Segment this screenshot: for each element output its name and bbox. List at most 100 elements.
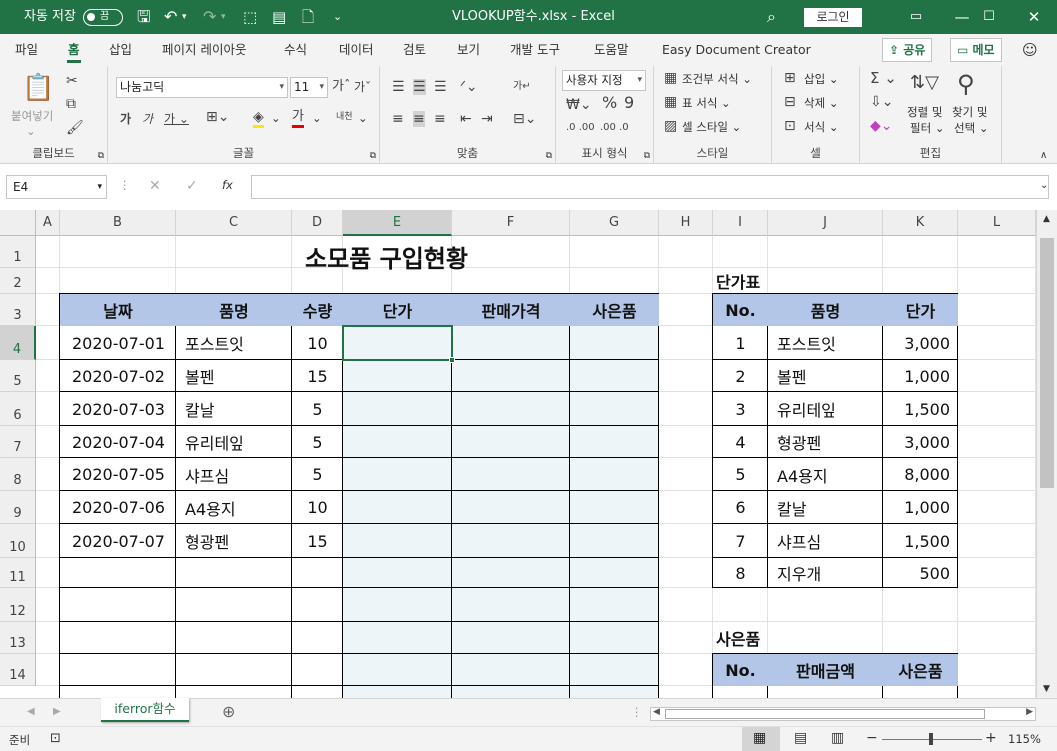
phonetic-icon[interactable]: 내천 bbox=[336, 109, 353, 125]
price-value-cell[interactable]: 1,000 bbox=[883, 491, 958, 524]
dialog-launcher-icon[interactable]: ⧉ bbox=[370, 151, 376, 161]
qty-cell[interactable]: 5 bbox=[292, 426, 343, 458]
column-header-H[interactable]: H bbox=[659, 210, 713, 236]
selected-cell-E4[interactable] bbox=[342, 325, 453, 361]
qty-cell[interactable]: 15 bbox=[292, 524, 343, 558]
table-header[interactable]: 단가 bbox=[343, 294, 452, 326]
price-value-cell[interactable]: 1,500 bbox=[883, 392, 958, 426]
search-icon[interactable]: ⌕ bbox=[767, 0, 776, 34]
vertical-scrollbar[interactable]: ▲ ▼ bbox=[1036, 210, 1057, 698]
row-header-2[interactable]: 2 bbox=[0, 268, 36, 294]
scroll-down-icon[interactable]: ▼ bbox=[1043, 684, 1050, 694]
delete-cells-button[interactable]: 삭제 ⌄ bbox=[804, 95, 838, 111]
row-header-7[interactable]: 7 bbox=[0, 426, 36, 458]
normal-view-button[interactable]: ▦ bbox=[742, 727, 780, 751]
item-cell[interactable]: 볼펜 bbox=[176, 360, 292, 392]
price-item-cell[interactable]: 칼날 bbox=[768, 491, 883, 524]
number-format-select[interactable]: 사용자 지정 ▾ bbox=[562, 70, 646, 91]
align-middle-icon[interactable]: ☰ bbox=[413, 79, 426, 95]
redo-icon[interactable]: ↷ bbox=[203, 0, 216, 34]
item-cell[interactable]: A4용지 bbox=[176, 491, 292, 524]
column-header-C[interactable]: C bbox=[176, 210, 292, 236]
cell-style-button[interactable]: 셀 스타일 ⌄ bbox=[682, 119, 741, 135]
italic-icon[interactable]: 가 bbox=[142, 111, 153, 127]
memo-button[interactable]: ▭ 메모 bbox=[950, 38, 1002, 62]
column-header-G[interactable]: G bbox=[570, 210, 659, 236]
name-box[interactable]: E4 ▾ bbox=[6, 175, 107, 199]
column-header-A[interactable]: A bbox=[36, 210, 60, 236]
price-table-header[interactable]: No. bbox=[713, 294, 768, 326]
cell-style-icon[interactable]: ▨ bbox=[664, 118, 677, 134]
accessibility-icon[interactable]: ⊡ bbox=[50, 731, 61, 746]
item-cell[interactable]: 샤프심 bbox=[176, 458, 292, 491]
price-value-cell[interactable]: 1,000 bbox=[883, 360, 958, 392]
row-header-10[interactable]: 10 bbox=[0, 524, 36, 558]
comma-style-icon[interactable]: 9 bbox=[624, 95, 634, 111]
scroll-thumb[interactable] bbox=[1040, 238, 1054, 488]
price-table-header[interactable]: 단가 bbox=[883, 294, 958, 326]
date-cell[interactable]: 2020-07-02 bbox=[60, 360, 176, 392]
table-header[interactable]: 사은품 bbox=[570, 294, 659, 326]
tab-review[interactable]: 검토 bbox=[403, 34, 426, 66]
price-item-cell[interactable]: 포스트잇 bbox=[768, 326, 883, 360]
dialog-launcher-icon[interactable]: ⧉ bbox=[98, 151, 104, 161]
price-no-cell[interactable]: 1 bbox=[713, 326, 768, 360]
copy-icon[interactable]: ⧉ bbox=[66, 96, 76, 112]
gift-table-header[interactable]: 사은품 bbox=[883, 654, 958, 686]
decrease-indent-icon[interactable]: ⇤ bbox=[460, 111, 472, 127]
horizontal-scrollbar[interactable]: ◀ ▶ bbox=[650, 707, 1036, 721]
column-header-J[interactable]: J bbox=[768, 210, 883, 236]
row-header-12[interactable]: 12 bbox=[0, 588, 36, 622]
ribbon-display-icon[interactable]: ▭ bbox=[893, 0, 939, 34]
insert-cells-button[interactable]: 삽입 ⌄ bbox=[804, 71, 838, 87]
form-icon[interactable]: ▤ bbox=[272, 0, 286, 34]
align-top-icon[interactable]: ☰ bbox=[392, 79, 405, 95]
zoom-level[interactable]: 115% bbox=[1008, 732, 1041, 746]
format-cells-icon[interactable]: ⊡ bbox=[784, 118, 796, 134]
format-cells-button[interactable]: 서식 ⌄ bbox=[804, 119, 838, 135]
price-table-header[interactable]: 품명 bbox=[768, 294, 883, 326]
price-no-cell[interactable]: 4 bbox=[713, 426, 768, 458]
expand-formula-icon[interactable]: ⌄ bbox=[1040, 180, 1048, 191]
find-select-icon[interactable]: ⚲ bbox=[957, 70, 975, 98]
autosave-toggle[interactable]: 끔 bbox=[83, 9, 123, 26]
align-center-icon[interactable]: ≡ bbox=[413, 111, 425, 127]
sort-filter-icon[interactable]: ⇅▽ bbox=[910, 72, 939, 94]
align-left-icon[interactable]: ≡ bbox=[392, 111, 404, 127]
smiley-icon[interactable]: ☺ bbox=[1022, 34, 1038, 66]
column-header-E[interactable]: E bbox=[343, 210, 452, 236]
item-cell[interactable]: 칼날 bbox=[176, 392, 292, 426]
clear-icon[interactable]: ◆⌄ bbox=[870, 118, 893, 134]
merge-center-icon[interactable]: ⊟⌄ bbox=[513, 111, 536, 127]
delete-cells-icon[interactable]: ⊟ bbox=[784, 94, 796, 110]
price-value-cell[interactable]: 3,000 bbox=[883, 326, 958, 360]
price-item-cell[interactable]: 샤프심 bbox=[768, 524, 883, 558]
align-right-icon[interactable]: ≡ bbox=[434, 111, 446, 127]
tab-developer[interactable]: 개발 도구 bbox=[510, 34, 560, 66]
redo-dropdown-icon[interactable]: ▾ bbox=[221, 0, 226, 34]
date-cell[interactable]: 2020-07-06 bbox=[60, 491, 176, 524]
table-header[interactable]: 판매가격 bbox=[452, 294, 570, 326]
price-no-cell[interactable]: 5 bbox=[713, 458, 768, 491]
row-header-11[interactable]: 11 bbox=[0, 558, 36, 588]
fill-color-icon[interactable]: ◈ bbox=[253, 109, 264, 128]
increase-font-icon[interactable]: 가ˆ bbox=[332, 79, 350, 95]
zoom-out-icon[interactable]: − bbox=[866, 730, 878, 746]
decrease-font-icon[interactable]: 가ˇ bbox=[354, 79, 371, 95]
price-table-title[interactable]: 단가표 bbox=[713, 268, 883, 294]
cut-icon[interactable]: ✂ bbox=[66, 73, 78, 89]
tab-file[interactable]: 파일 bbox=[15, 34, 38, 66]
price-no-cell[interactable]: 3 bbox=[713, 392, 768, 426]
tab-data[interactable]: 데이터 bbox=[339, 34, 374, 66]
undo-icon[interactable]: ↶ bbox=[164, 0, 177, 34]
tab-formulas[interactable]: 수식 bbox=[284, 34, 307, 66]
column-header-K[interactable]: K bbox=[883, 210, 958, 236]
table-format-button[interactable]: 표 서식 ⌄ bbox=[682, 95, 731, 111]
gift-table-title[interactable]: 사은품 bbox=[713, 622, 883, 654]
row-header-9[interactable]: 9 bbox=[0, 491, 36, 524]
date-cell[interactable]: 2020-07-04 bbox=[60, 426, 176, 458]
frame-icon[interactable]: ⬚ bbox=[243, 0, 257, 34]
item-cell[interactable]: 형광펜 bbox=[176, 524, 292, 558]
align-bottom-icon[interactable]: ☰ bbox=[434, 79, 447, 95]
login-button[interactable]: 로그인 bbox=[804, 8, 862, 27]
